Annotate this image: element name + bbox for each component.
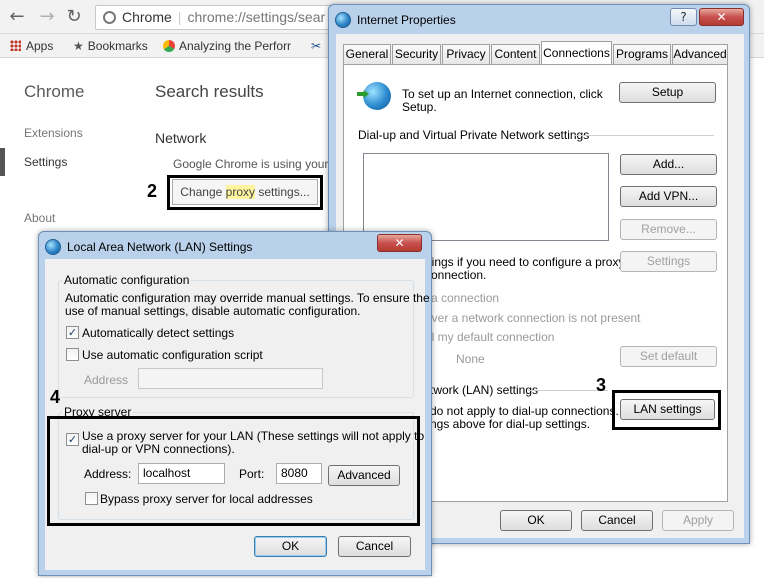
dial-whenever-option[interactable]: ever a network connection is not present [425, 311, 640, 325]
apply-button[interactable]: Apply [662, 510, 734, 531]
configure-proxy-text-2: connection. [425, 268, 487, 282]
always-dial-option[interactable]: al my default connection [425, 330, 554, 344]
sidebar-item-extensions[interactable]: Extensions [24, 126, 83, 140]
auto-config-script-label[interactable]: Use automatic configuration script [82, 348, 263, 362]
help-button[interactable]: ? [670, 8, 697, 26]
add-button[interactable]: Add... [620, 154, 717, 175]
tab-general[interactable]: General [343, 44, 391, 64]
tab-privacy[interactable]: Privacy [442, 44, 490, 64]
chrome-icon [103, 11, 116, 24]
lan-description: do not apply to dial-up connections. [430, 404, 619, 418]
callout-box-3 [612, 390, 721, 430]
set-default-button[interactable]: Set default [620, 346, 717, 367]
auto-detect-label[interactable]: Automatically detect settings [82, 326, 234, 340]
page-title: Search results [155, 82, 264, 101]
setup-text: To set up an Internet connection, click [402, 87, 603, 101]
automatic-configuration-label: Automatic configuration [62, 273, 192, 287]
ok-button[interactable]: OK [500, 510, 572, 531]
callout-box-4 [47, 416, 420, 526]
script-address-label: Address [84, 373, 129, 387]
forward-button[interactable]: → [36, 6, 58, 28]
tab-advanced[interactable]: Advanced [672, 44, 728, 64]
dialup-connections-list[interactable] [363, 153, 609, 241]
internet-properties-title: Internet Properties [357, 13, 456, 27]
sidebar-item-settings[interactable]: Settings [24, 155, 67, 169]
callout-number-2: 2 [147, 181, 158, 201]
internet-options-icon [335, 12, 351, 28]
tab-connections[interactable]: Connections [541, 41, 612, 65]
lan-cancel-button[interactable]: Cancel [338, 536, 411, 557]
network-description: Google Chrome is using your [173, 157, 329, 171]
callout-number-4: 4 [50, 387, 61, 407]
auto-config-description: Automatic configuration may override man… [65, 291, 430, 305]
callout-number-3: 3 [596, 375, 607, 395]
tools-bookmark-icon[interactable]: ✂ [311, 38, 321, 54]
callout-box-2 [167, 175, 323, 210]
sidebar-active-indicator [0, 148, 5, 176]
lan-close-button[interactable]: ✕ [377, 234, 422, 252]
sidebar-item-about[interactable]: About [24, 211, 55, 225]
add-vpn-button[interactable]: Add VPN... [620, 186, 717, 207]
network-heading: Network [155, 130, 207, 146]
cancel-button[interactable]: Cancel [581, 510, 653, 531]
omnibox-site: Chrome [122, 9, 172, 25]
reload-button[interactable]: ↻ [63, 6, 85, 28]
address-bar[interactable]: Chrome | chrome://settings/sear [95, 5, 345, 30]
settings-button[interactable]: Settings [620, 251, 717, 272]
pagespeed-icon [163, 40, 175, 52]
never-dial-option[interactable]: a connection [431, 291, 499, 305]
configure-proxy-text: ttings if you need to configure a proxy [425, 255, 625, 269]
omnibox-url: chrome://settings/sear [187, 9, 326, 25]
star-icon: ★ [73, 39, 84, 53]
auto-detect-checkbox[interactable]: ✓ [66, 326, 79, 339]
analyzing-bookmark[interactable]: Analyzing the Perforr [163, 38, 291, 54]
dialup-heading: Dial-up and Virtual Private Network sett… [358, 128, 590, 142]
lan-dialog-title: Local Area Network (LAN) Settings [67, 240, 253, 254]
dialup-divider [574, 135, 714, 136]
lan-dialog-icon [45, 239, 61, 255]
setup-button[interactable]: Setup [619, 82, 716, 103]
tab-security[interactable]: Security [392, 44, 441, 64]
lan-settings-heading: twork (LAN) settings [430, 383, 539, 397]
lan-description-2: ngs above for dial-up settings. [430, 417, 591, 431]
close-button[interactable]: ✕ [699, 8, 744, 26]
script-address-input[interactable] [138, 368, 323, 389]
setup-text-2: Setup. [402, 100, 437, 114]
remove-button[interactable]: Remove... [620, 219, 717, 240]
tab-content[interactable]: Content [491, 44, 540, 64]
tab-programs[interactable]: Programs [613, 44, 671, 64]
back-button[interactable]: ← [6, 6, 28, 28]
lan-ok-button[interactable]: OK [254, 536, 327, 557]
current-default-value: None [456, 352, 485, 366]
bookmarks-bookmark[interactable]: ★ Bookmarks [73, 38, 148, 54]
apps-grid-icon [10, 40, 21, 51]
auto-config-script-checkbox[interactable] [66, 348, 79, 361]
sidebar-title: Chrome [24, 82, 85, 101]
auto-config-description-2: use of manual settings, disable automati… [65, 304, 361, 318]
apps-bookmark[interactable]: Apps [10, 38, 53, 54]
network-globe-icon [363, 82, 391, 110]
